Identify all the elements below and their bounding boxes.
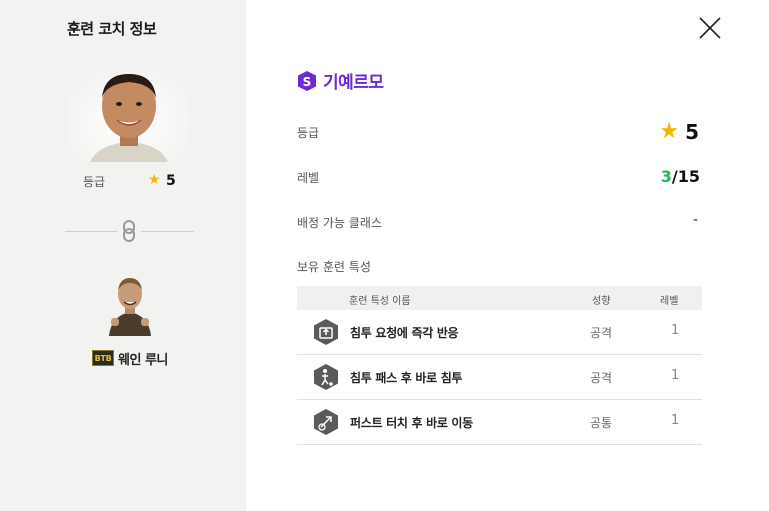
divider — [65, 231, 117, 232]
trait-name: 침투 패스 후 바로 침투 — [350, 371, 463, 385]
star-icon: ★ — [659, 119, 679, 144]
level-value: 3/15 — [661, 167, 700, 186]
column-header-name: 훈련 특성 이름 — [349, 296, 411, 307]
trait-type: 공격 — [590, 326, 613, 340]
link-icon — [122, 220, 136, 242]
column-header-type: 성향 — [592, 296, 611, 307]
star-icon: ★ — [148, 172, 161, 188]
table-header: 훈련 특성 이름 성향 레벨 — [297, 286, 702, 310]
first-touch-icon — [314, 409, 338, 435]
pass-run-icon — [314, 364, 338, 390]
trait-level: 1 — [671, 413, 680, 428]
grade-value: 5 — [166, 173, 176, 189]
trait-level: 1 — [671, 368, 680, 383]
coach-grade-row: 등급 ★ 5 — [83, 172, 183, 192]
trait-name: 침투 요청에 즉각 반응 — [350, 326, 459, 340]
trait-name: 퍼스트 터치 후 바로 이동 — [350, 416, 473, 430]
traits-table: 훈련 특성 이름 성향 레벨 침투 요청에 즉각 반응 공격 1 침투 패스 후… — [297, 286, 702, 445]
trait-type: 공통 — [590, 416, 613, 430]
grade-value: 5 — [685, 120, 699, 144]
coach-rank-badge-icon: S — [298, 70, 316, 91]
assignable-class-info: 배정 가능 클래스 - — [297, 210, 701, 234]
divider — [141, 231, 194, 232]
coach-grade-info: 등급 ★ 5 — [297, 119, 701, 144]
close-icon — [699, 17, 721, 39]
season-badge: BTB — [92, 350, 114, 366]
svg-text:S: S — [303, 75, 312, 89]
coach-portrait — [68, 62, 190, 162]
table-row[interactable]: 침투 요청에 즉각 반응 공격 1 — [297, 310, 702, 355]
grade-label: 등급 — [297, 126, 320, 140]
level-label: 레벨 — [297, 171, 320, 185]
linked-player-image — [107, 272, 153, 336]
coach-summary-panel: 훈련 코치 정보 등급 ★ 5 BTB 웨인 루니 — [0, 0, 246, 511]
close-button[interactable] — [698, 16, 722, 40]
level-current: 3 — [660, 167, 672, 186]
trait-type: 공격 — [590, 371, 613, 385]
run-up-icon — [314, 319, 338, 345]
level-max: /15 — [671, 167, 700, 186]
class-label: 배정 가능 클래스 — [297, 216, 382, 230]
linked-player-name-row: BTB 웨인 루니 — [92, 348, 168, 368]
coach-header: S 기예르모 — [297, 68, 384, 93]
table-row[interactable]: 침투 패스 후 바로 침투 공격 1 — [297, 355, 702, 400]
traits-section-label: 보유 훈련 특성 — [297, 260, 371, 274]
class-value: - — [692, 212, 698, 228]
coach-level-info: 레벨 3/15 — [297, 165, 701, 189]
table-row[interactable]: 퍼스트 터치 후 바로 이동 공통 1 — [297, 400, 702, 445]
grade-label: 등급 — [83, 175, 106, 189]
trait-level: 1 — [671, 323, 680, 338]
linked-player-name: 웨인 루니 — [118, 352, 168, 368]
panel-title: 훈련 코치 정보 — [67, 20, 157, 38]
coach-name: 기예르모 — [323, 73, 384, 93]
column-header-level: 레벨 — [660, 296, 679, 307]
